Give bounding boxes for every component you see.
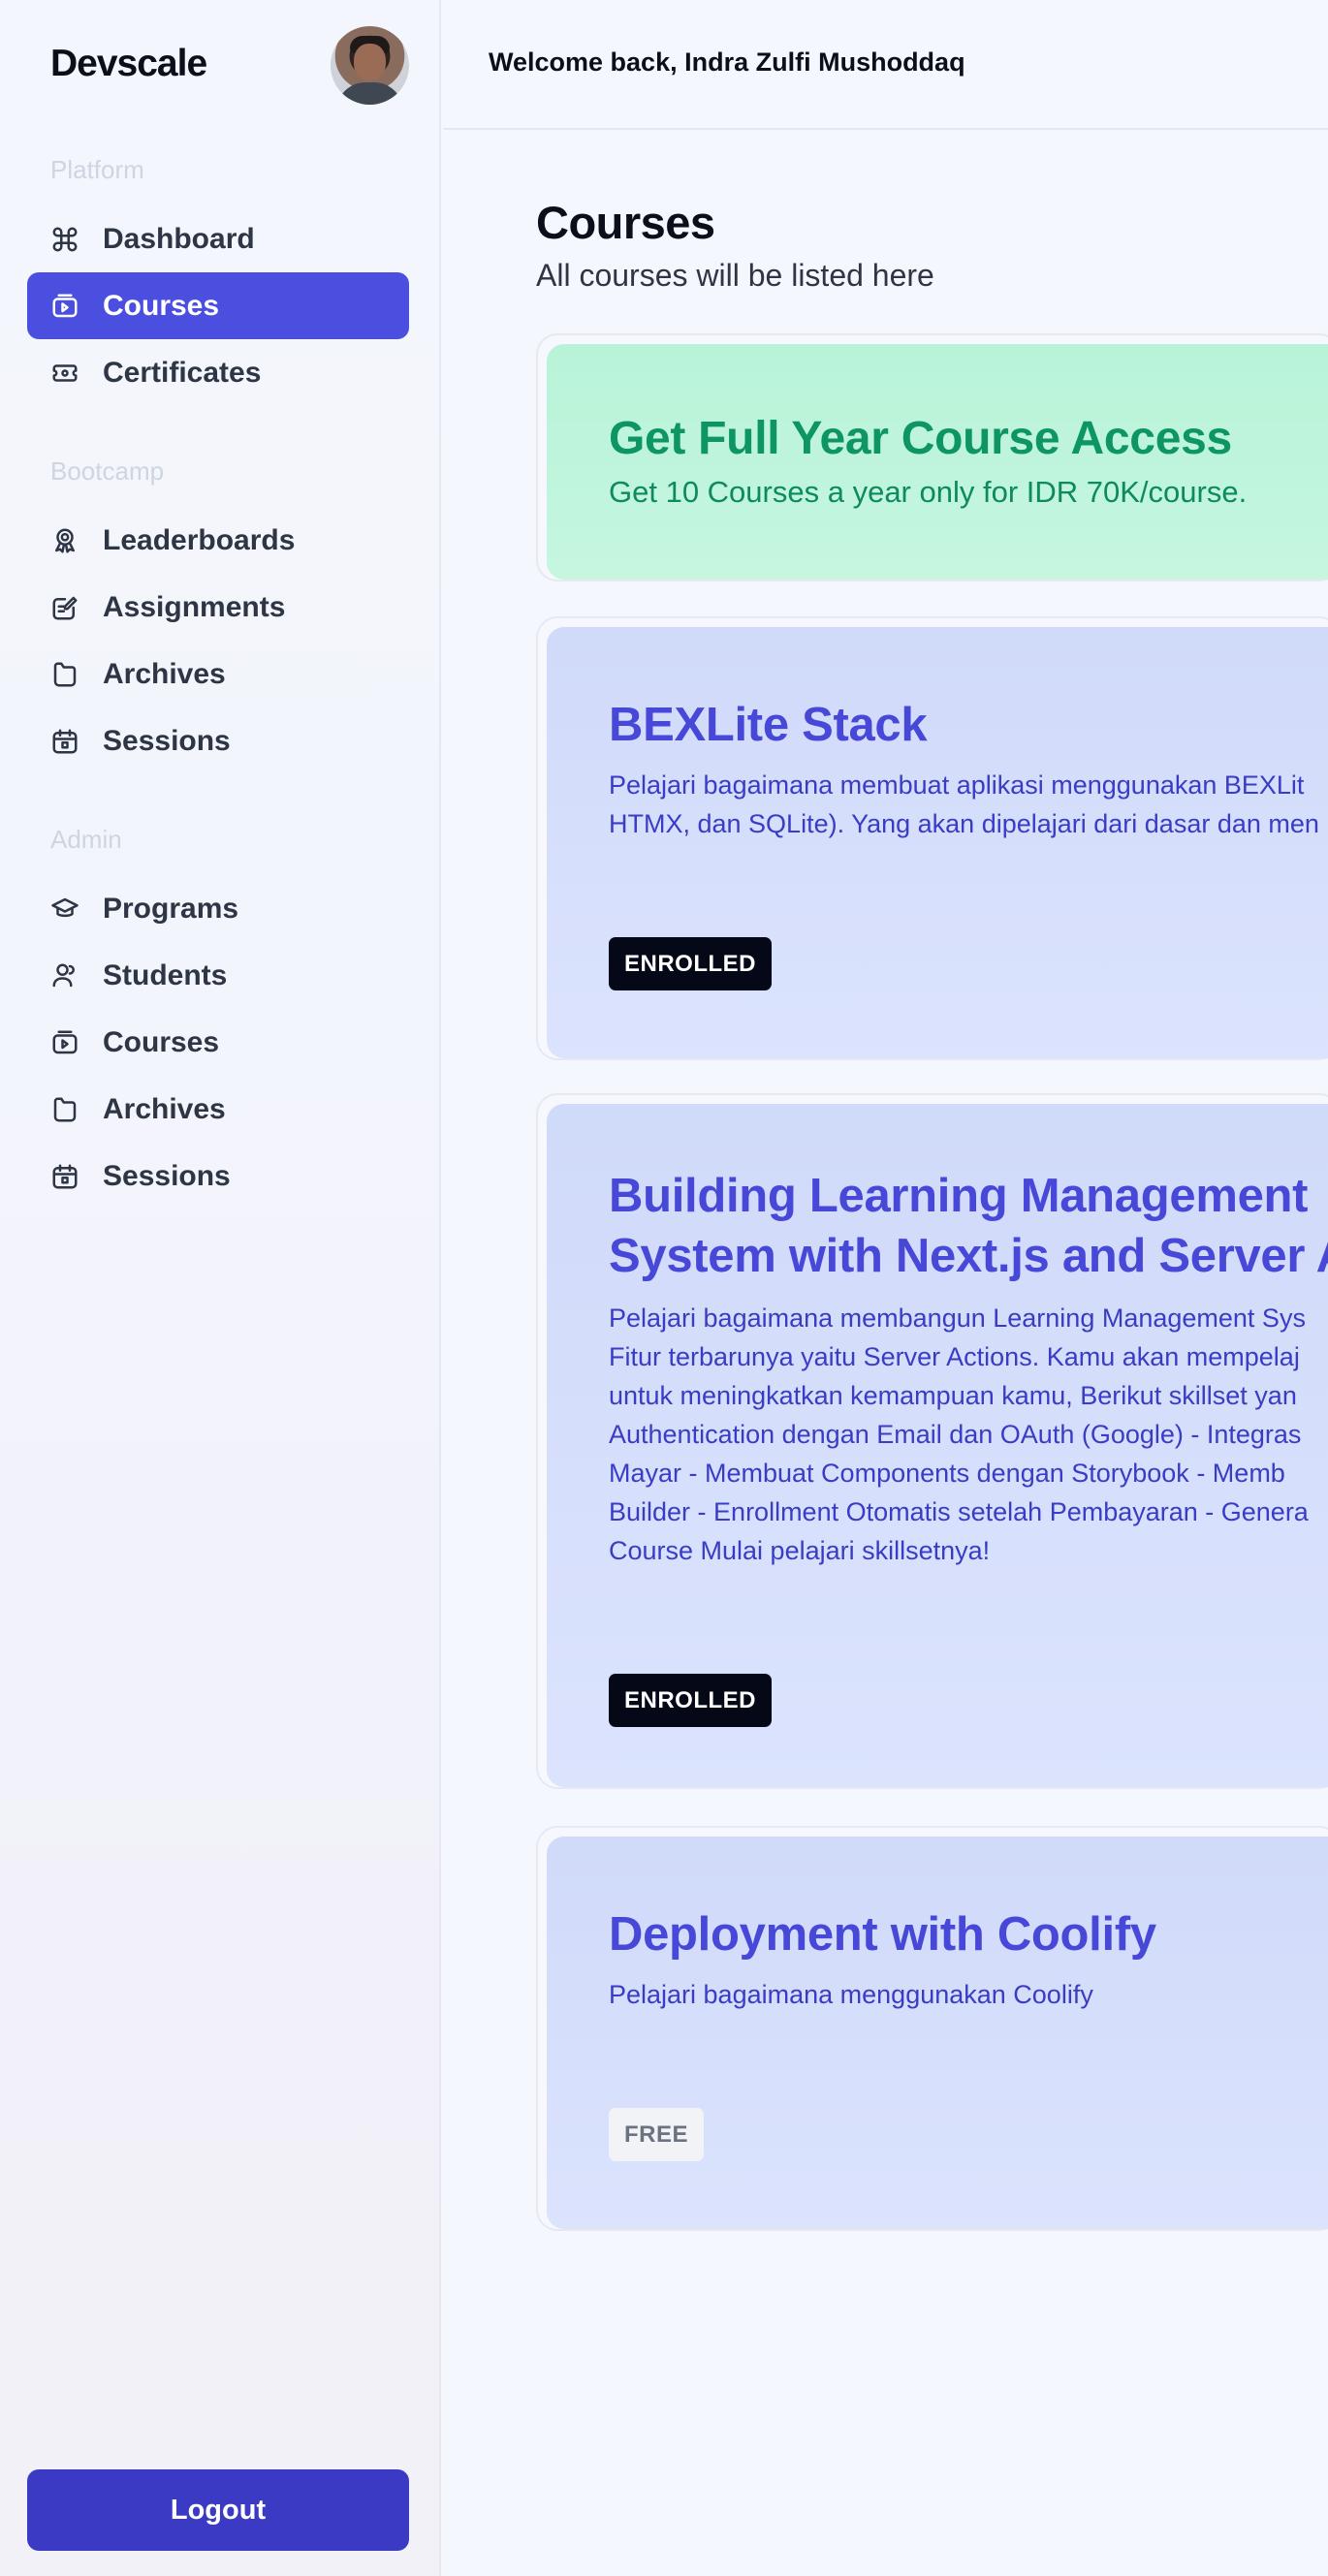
course-description-line: Pelajari bagaimana membuat aplikasi meng… [609, 770, 1305, 800]
course-card-body: Deployment with Coolify Pelajari bagaima… [547, 1837, 1328, 2229]
sidebar-item-label: Archives [103, 657, 226, 690]
calendar-icon [50, 727, 79, 756]
folder-icon [50, 660, 79, 689]
course-description-line: Pelajari bagaimana membangun Learning Ma… [609, 1304, 1306, 1333]
edit-note-icon [50, 593, 79, 622]
course-title: Building Learning Management System with… [609, 1166, 1328, 1286]
course-description-line: untuk meningkatkan kemampuan kamu, Berik… [609, 1381, 1297, 1410]
course-description-line: Fitur terbarunya yaitu Server Actions. K… [609, 1342, 1300, 1371]
enrolled-badge: ENROLLED [609, 937, 772, 990]
sidebar-item-label: Leaderboards [103, 523, 296, 556]
page-subtitle: All courses will be listed here [536, 258, 934, 293]
free-badge: FREE [609, 2108, 705, 2161]
sidebar-item-label: Sessions [103, 1159, 231, 1192]
section-label-bootcamp: Bootcamp [50, 456, 165, 486]
sidebar: Devscale Platform Dashboard Courses Cert… [0, 0, 441, 2576]
course-card-body: Building Learning Management System with… [547, 1104, 1328, 1787]
sidebar-item-label: Courses [103, 1025, 220, 1058]
command-icon [50, 225, 79, 254]
sidebar-item-label: Programs [103, 892, 239, 925]
sidebar-item-courses[interactable]: Courses [27, 272, 409, 339]
sidebar-item-label: Students [103, 958, 228, 991]
course-card-bexlite[interactable]: BEXLite Stack Pelajari bagaimana membuat… [536, 616, 1328, 1060]
graduation-cap-icon [50, 895, 79, 924]
sidebar-item-students[interactable]: Students [27, 942, 409, 1009]
sidebar-item-label: Dashboard [103, 222, 255, 255]
course-title: BEXLite Stack [609, 699, 928, 751]
brand-logo[interactable]: Devscale [50, 43, 207, 85]
section-label-admin: Admin [50, 825, 122, 854]
course-title-line: Building Learning Management [609, 1170, 1309, 1222]
course-description-line: Mayar - Membuat Components dengan Storyb… [609, 1459, 1285, 1488]
calendar-icon [50, 1162, 79, 1191]
sidebar-item-archives[interactable]: Archives [27, 641, 409, 707]
sidebar-item-programs[interactable]: Programs [27, 875, 409, 942]
award-icon [50, 526, 79, 555]
ticket-icon [50, 359, 79, 388]
course-card-lms[interactable]: Building Learning Management System with… [536, 1093, 1328, 1789]
users-icon [50, 961, 79, 990]
sidebar-item-sessions[interactable]: Sessions [27, 707, 409, 774]
section-label-platform: Platform [50, 155, 144, 184]
sidebar-item-label: Assignments [103, 590, 286, 623]
folder-icon [50, 1095, 79, 1124]
sidebar-item-leaderboards[interactable]: Leaderboards [27, 507, 409, 574]
course-description: Pelajari bagaimana menggunakan Coolify [609, 1975, 1328, 2014]
logout-button[interactable]: Logout [27, 2469, 409, 2551]
enrolled-badge: ENROLLED [609, 1674, 772, 1727]
promo-card-body: Get Full Year Course Access Get 10 Cours… [547, 344, 1328, 580]
promo-card[interactable]: Get Full Year Course Access Get 10 Cours… [536, 333, 1328, 581]
course-description: Pelajari bagaimana membuat aplikasi meng… [609, 766, 1328, 843]
avatar[interactable] [331, 26, 409, 105]
course-description-line: Builder - Enrollment Otomatis setelah Pe… [609, 1497, 1309, 1526]
page-title: Courses [536, 197, 715, 248]
promo-subtitle: Get 10 Courses a year only for IDR 70K/c… [609, 475, 1248, 509]
welcome-message: Welcome back, Indra Zulfi Mushoddaq [489, 47, 965, 77]
sidebar-item-admin-courses[interactable]: Courses [27, 1009, 409, 1076]
sidebar-item-admin-archives[interactable]: Archives [27, 1076, 409, 1143]
video-icon [50, 292, 79, 321]
sidebar-item-assignments[interactable]: Assignments [27, 574, 409, 641]
course-title: Deployment with Coolify [609, 1908, 1156, 1961]
sidebar-brand-row: Devscale [0, 0, 441, 130]
sidebar-item-label: Certificates [103, 356, 262, 389]
course-title-line: System with Next.js and Server Ac [609, 1230, 1328, 1282]
promo-title: Get Full Year Course Access [609, 413, 1232, 464]
sidebar-item-label: Courses [103, 289, 220, 322]
sidebar-item-label: Sessions [103, 724, 231, 757]
course-card-coolify[interactable]: Deployment with Coolify Pelajari bagaima… [536, 1826, 1328, 2231]
course-card-body: BEXLite Stack Pelajari bagaimana membuat… [547, 627, 1328, 1058]
video-icon [50, 1028, 79, 1057]
course-description: Pelajari bagaimana membangun Learning Ma… [609, 1299, 1328, 1570]
course-description-line: Course Mulai pelajari skillsetnya! [609, 1536, 991, 1565]
top-header: Welcome back, Indra Zulfi Mushoddaq [443, 0, 1328, 130]
sidebar-item-certificates[interactable]: Certificates [27, 339, 409, 406]
sidebar-item-admin-sessions[interactable]: Sessions [27, 1143, 409, 1209]
sidebar-item-label: Archives [103, 1092, 226, 1125]
course-description-line: Pelajari bagaimana menggunakan Coolify [609, 1980, 1093, 2009]
sidebar-item-dashboard[interactable]: Dashboard [27, 205, 409, 272]
course-description-line: HTMX, dan SQLite). Yang akan dipelajari … [609, 809, 1319, 838]
course-description-line: Authentication dengan Email dan OAuth (G… [609, 1420, 1302, 1449]
